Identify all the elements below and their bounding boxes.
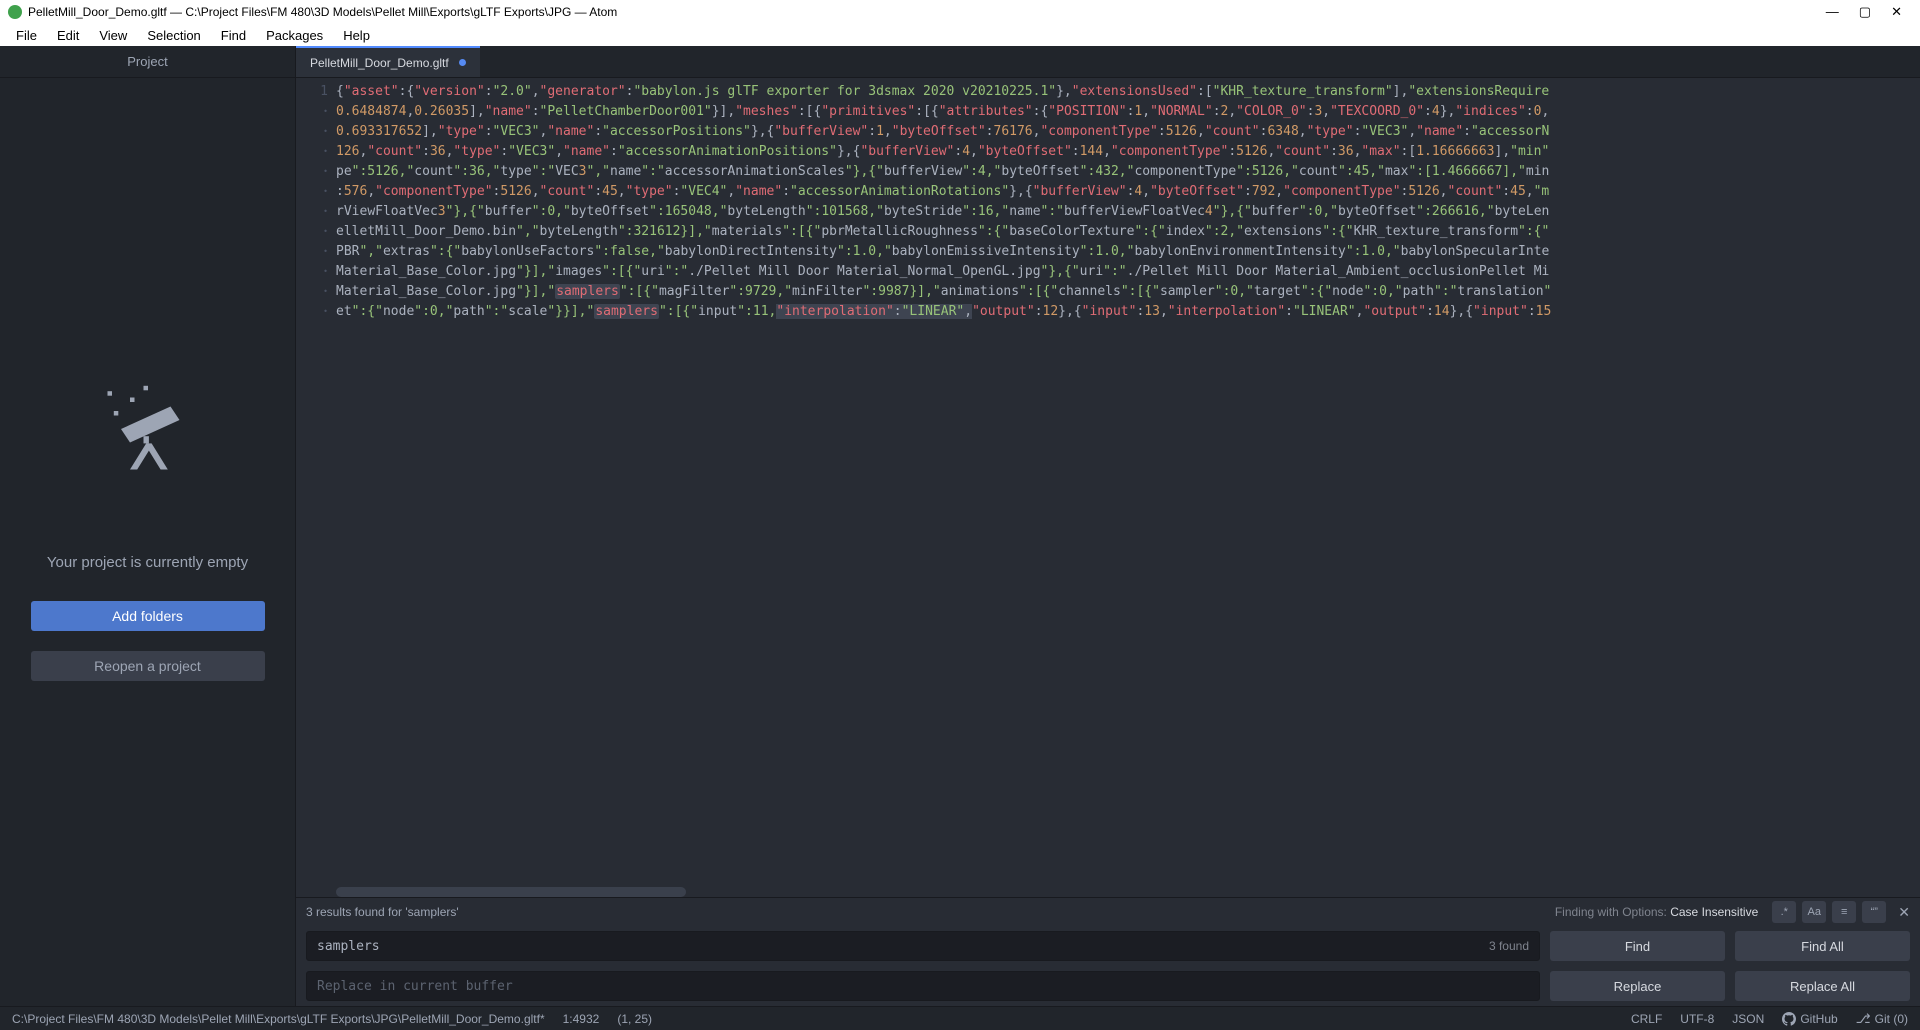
- app-icon: [8, 5, 22, 19]
- menu-packages[interactable]: Packages: [256, 28, 333, 43]
- text-editor[interactable]: 1 • • • • • • • • • • • {"asset":{"versi…: [296, 78, 1920, 897]
- status-line-ending[interactable]: CRLF: [1631, 1012, 1662, 1026]
- find-and-replace-panel: 3 results found for 'samplers' Finding w…: [296, 897, 1920, 1006]
- replace-input[interactable]: Replace in current buffer: [306, 971, 1540, 1001]
- status-selection: (1, 25): [617, 1012, 652, 1026]
- find-options-label: Finding with Options: Case Insensitive: [1555, 905, 1758, 919]
- status-git[interactable]: ⎇ Git (0): [1856, 1011, 1908, 1027]
- add-folders-button[interactable]: Add folders: [31, 601, 265, 631]
- close-find-panel-icon[interactable]: ✕: [1898, 904, 1910, 921]
- menu-help[interactable]: Help: [333, 28, 380, 43]
- github-icon: [1782, 1012, 1796, 1026]
- close-button[interactable]: ✕: [1891, 4, 1902, 20]
- titlebar: PelletMill_Door_Demo.gltf — C:\Project F…: [0, 0, 1920, 24]
- find-option-selection[interactable]: ≡: [1832, 901, 1856, 923]
- menubar: File Edit View Selection Find Packages H…: [0, 24, 1920, 46]
- replace-all-button[interactable]: Replace All: [1735, 971, 1910, 1001]
- menu-view[interactable]: View: [89, 28, 137, 43]
- gutter: 1 • • • • • • • • • • •: [296, 78, 336, 897]
- reopen-project-button[interactable]: Reopen a project: [31, 651, 265, 681]
- menu-selection[interactable]: Selection: [137, 28, 210, 43]
- status-cursor-position[interactable]: 1:4932: [563, 1012, 600, 1026]
- status-grammar[interactable]: JSON: [1732, 1012, 1764, 1026]
- telescope-icon: [103, 384, 193, 474]
- tab-file[interactable]: PelletMill_Door_Demo.gltf: [296, 46, 480, 77]
- minimize-button[interactable]: —: [1826, 4, 1839, 20]
- find-all-button[interactable]: Find All: [1735, 931, 1910, 961]
- tab-bar: PelletMill_Door_Demo.gltf: [296, 46, 1920, 78]
- status-path[interactable]: C:\Project Files\FM 480\3D Models\Pellet…: [12, 1012, 545, 1026]
- status-github[interactable]: GitHub: [1782, 1012, 1837, 1026]
- status-bar: C:\Project Files\FM 480\3D Models\Pellet…: [0, 1006, 1920, 1030]
- replace-button[interactable]: Replace: [1550, 971, 1725, 1001]
- maximize-button[interactable]: ▢: [1859, 4, 1871, 20]
- sidebar: Project Your project is currently empty …: [0, 46, 296, 1006]
- horizontal-scrollbar[interactable]: [336, 887, 686, 897]
- menu-file[interactable]: File: [6, 28, 47, 43]
- find-option-regex[interactable]: .*: [1772, 901, 1796, 923]
- find-option-case[interactable]: Aa: [1802, 901, 1826, 923]
- find-results-text: 3 results found for 'samplers': [306, 905, 1555, 919]
- menu-edit[interactable]: Edit: [47, 28, 89, 43]
- tab-filename: PelletMill_Door_Demo.gltf: [310, 56, 449, 70]
- find-count: 3 found: [1489, 939, 1529, 953]
- window-title: PelletMill_Door_Demo.gltf — C:\Project F…: [28, 5, 1826, 19]
- status-encoding[interactable]: UTF-8: [1680, 1012, 1714, 1026]
- find-input[interactable]: samplers 3 found: [306, 931, 1540, 961]
- git-branch-icon: ⎇: [1856, 1011, 1871, 1027]
- code-content[interactable]: {"asset":{"version":"2.0","generator":"b…: [336, 78, 1920, 897]
- replace-placeholder: Replace in current buffer: [317, 979, 513, 994]
- line-number: 1: [296, 82, 328, 102]
- menu-find[interactable]: Find: [211, 28, 256, 43]
- find-option-whole-word[interactable]: “”: [1862, 901, 1886, 923]
- sidebar-tab-project[interactable]: Project: [0, 46, 295, 78]
- find-button[interactable]: Find: [1550, 931, 1725, 961]
- empty-project-text: Your project is currently empty: [47, 554, 248, 571]
- modified-indicator-icon: [459, 59, 466, 66]
- find-input-value: samplers: [317, 939, 380, 954]
